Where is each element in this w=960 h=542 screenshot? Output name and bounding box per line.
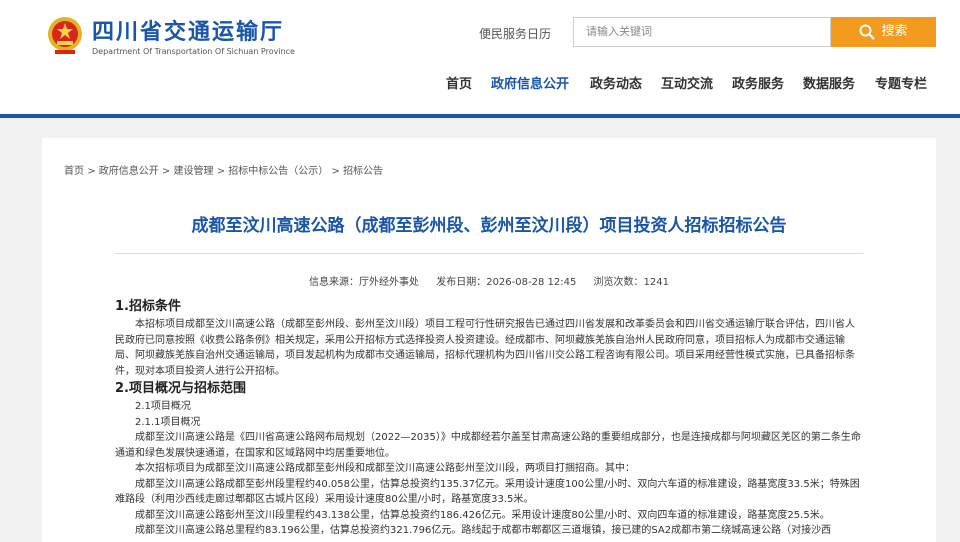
nav-item-data[interactable]: 数据服务: [803, 73, 855, 92]
article-body: 1.招标条件 本招标项目成都至汶川高速公路（成都至彭州段、彭州至汶川段）项目工程…: [115, 297, 863, 539]
article-meta: 信息来源：厅外经外事处 发布日期：2026-08-28 12:45 浏览次数：1…: [42, 273, 936, 288]
nav-item-gov-info[interactable]: 政府信息公开: [491, 73, 569, 92]
paragraph: 成都至汶川高速公路成都至彭州段里程约40.058公里，估算总投资约135.37亿…: [115, 478, 860, 506]
nav-item-home[interactable]: 首页: [446, 73, 472, 92]
site-title[interactable]: 四川省交通运输厅: [92, 14, 284, 46]
breadcrumb-construction[interactable]: 建设管理: [174, 166, 214, 177]
breadcrumb-separator: >: [87, 166, 96, 177]
breadcrumb-bid-notices[interactable]: 招标中标公告（公示）: [228, 166, 328, 177]
national-emblem-icon[interactable]: [46, 14, 84, 56]
breadcrumb-separator: >: [216, 166, 226, 177]
section-heading: 1.招标条件: [115, 299, 181, 314]
search-button[interactable]: 搜索: [831, 17, 936, 47]
nav-item-topics[interactable]: 专题专栏: [875, 73, 927, 92]
paragraph: 成都至汶川高速公路彭州至汶川段里程约43.138公里，估算总投资约186.426…: [135, 509, 830, 521]
paragraph: 本招标项目成都至汶川高速公路（成都至彭州段、彭州至汶川段）项目工程可行性研究报告…: [115, 319, 855, 377]
nav-item-services[interactable]: 政务服务: [732, 73, 784, 92]
search-icon: [859, 24, 876, 40]
subsection-heading: 2.1项目概况: [135, 401, 191, 412]
main-nav: 首页 政府信息公开 政务动态 互动交流 政务服务 数据服务 专题专栏: [0, 73, 960, 93]
site-header: 四川省交通运输厅 Department Of Transportation Of…: [0, 0, 960, 115]
article-title: 成都至汶川高速公路（成都至彭州段、彭州至汶川段）项目投资人招标招标公告: [191, 216, 787, 236]
breadcrumb-separator: >: [161, 166, 171, 177]
article-date: 发布日期：2026-08-28 12:45: [436, 277, 577, 288]
nav-item-news[interactable]: 政务动态: [590, 73, 642, 92]
paragraph: 成都至汶川高速公路是《四川省高速公路网布局规划（2022—2035）》中成都经若…: [115, 432, 861, 459]
service-calendar-link[interactable]: 便民服务日历: [479, 25, 551, 42]
search-button-label: 搜索: [881, 24, 908, 39]
search-input[interactable]: 请输入关键词: [573, 17, 831, 47]
breadcrumb-home[interactable]: 首页: [64, 166, 84, 177]
header-divider: [0, 114, 960, 118]
subsection-heading: 2.1.1项目概况: [135, 416, 201, 428]
article-views: 浏览次数：1241: [593, 277, 669, 288]
breadcrumb-tender-notice[interactable]: 招标公告: [343, 166, 383, 177]
article-panel: 首页 > 政府信息公开 > 建设管理 > 招标中标公告（公示） > 招标公告 成…: [42, 138, 936, 542]
section-heading: 2.项目概况与招标范围: [115, 381, 246, 396]
article-source: 信息来源：厅外经外事处: [309, 277, 420, 288]
paragraph: 本次招标项目为成都至汶川高速公路成都至彭州段和成都至汶川高速公路彭州至汶川段，两…: [135, 463, 635, 474]
breadcrumb-gov-info[interactable]: 政府信息公开: [99, 166, 159, 177]
title-divider: [115, 253, 863, 254]
paragraph: 成都至汶川高速公路总里程约83.196公里，估算总投资约321.796亿元。路线…: [135, 525, 832, 536]
site-subtitle: Department Of Transportation Of Sichuan …: [92, 47, 295, 56]
breadcrumb-separator: >: [331, 166, 340, 177]
breadcrumb: 首页 > 政府信息公开 > 建设管理 > 招标中标公告（公示） > 招标公告: [64, 162, 383, 177]
nav-item-interaction[interactable]: 互动交流: [661, 73, 713, 92]
